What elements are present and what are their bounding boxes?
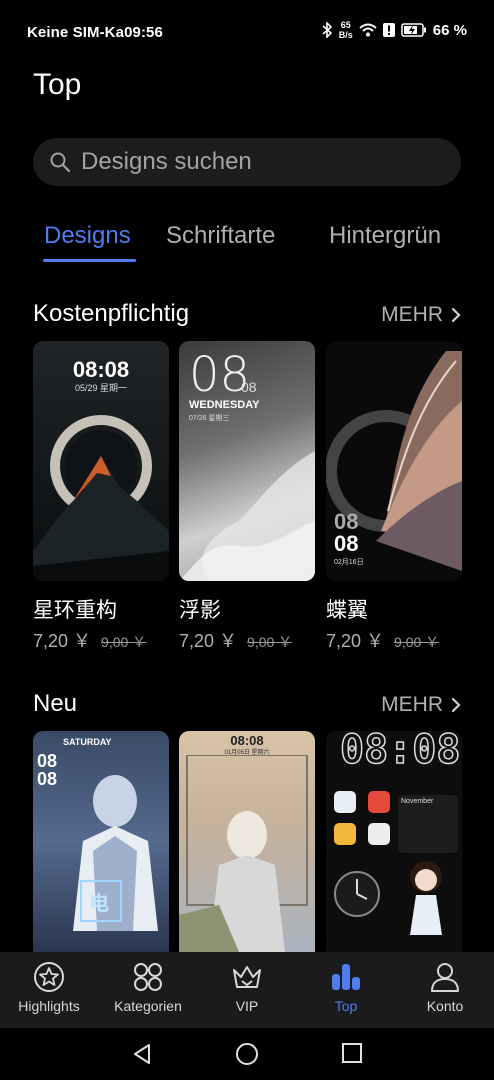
section-title-new: Neu bbox=[33, 690, 78, 717]
tab-hintergruende[interactable]: Hintergrün bbox=[329, 222, 441, 250]
preview-day: WEDNESDAY bbox=[189, 399, 260, 411]
search-input[interactable]: Designs suchen bbox=[33, 138, 461, 186]
calendar-month: November bbox=[401, 798, 434, 805]
theme-card-3[interactable]: 08 08 02月16日 bbox=[326, 341, 462, 581]
recents-icon[interactable] bbox=[341, 1042, 363, 1064]
tab-schriftarten[interactable]: Schriftarte bbox=[166, 222, 275, 250]
chevron-right-icon bbox=[451, 307, 461, 323]
page-title: Top bbox=[33, 68, 82, 101]
search-icon bbox=[50, 152, 71, 173]
alert-icon bbox=[382, 23, 395, 37]
new-theme-card-3[interactable]: 08:08 November bbox=[326, 731, 462, 952]
chibi-character-artwork bbox=[410, 861, 442, 935]
preview-time: 08:08 bbox=[230, 733, 264, 748]
theme-card-1[interactable]: 08:08 05/29 星期一 bbox=[33, 341, 169, 581]
more-label: MEHR bbox=[381, 303, 443, 326]
category-tabs: Designs Schriftarte Hintergrün bbox=[0, 222, 494, 262]
nav-item-vip[interactable]: VIP bbox=[198, 960, 296, 1014]
theme-card-2[interactable]: 08 08 WEDNESDAY 07/26 星期三 bbox=[179, 341, 315, 581]
more-label: MEHR bbox=[381, 693, 443, 716]
price-current: 7,20 ￥ bbox=[179, 631, 238, 651]
home-icon[interactable] bbox=[235, 1042, 259, 1066]
nav-item-top[interactable]: Top bbox=[297, 960, 395, 1014]
status-left: Keine SIM-Ka09:56 bbox=[27, 24, 163, 41]
calendar-widget: November bbox=[398, 795, 458, 853]
theme-price-3: 7,20 ￥ 9,00 ￥ bbox=[326, 627, 439, 653]
section-title-paid: Kostenpflichtig bbox=[33, 300, 190, 327]
anime-character-artwork bbox=[179, 755, 308, 952]
net-speed-unit: B/s bbox=[338, 30, 353, 40]
bluetooth-icon bbox=[322, 22, 332, 38]
new-theme-card-2[interactable]: 08:08 01月06日 星期六 bbox=[179, 731, 315, 952]
status-right: 65 B/s 66 % bbox=[321, 20, 467, 40]
price-current: 7,20 ￥ bbox=[33, 631, 92, 651]
back-icon[interactable] bbox=[131, 1042, 153, 1066]
new-theme-card-1[interactable]: SATURDAY 08 08 电 bbox=[33, 731, 169, 952]
clock-widget bbox=[334, 871, 380, 917]
battery-icon bbox=[401, 23, 426, 37]
search-placeholder: Designs suchen bbox=[81, 148, 252, 175]
bottom-nav: Highlights Kategorien VIP Top Konto bbox=[0, 952, 494, 1028]
carrier-text: Keine SIM-Ka bbox=[27, 24, 125, 41]
preview-time-small: 08 bbox=[241, 379, 257, 395]
net-speed: 65 B/s bbox=[339, 20, 353, 40]
nav-label: VIP bbox=[235, 998, 259, 1014]
mountain-ring-artwork bbox=[33, 415, 169, 581]
more-button-new[interactable]: MEHR bbox=[381, 693, 461, 717]
theme-name-3: 蝶翼 bbox=[326, 599, 368, 622]
chevron-right-icon bbox=[451, 697, 461, 713]
more-button-paid[interactable]: MEHR bbox=[381, 303, 461, 327]
price-current: 7,20 ￥ bbox=[326, 631, 385, 651]
preview-time: 08:08 bbox=[72, 357, 130, 382]
theme-name-2: 浮影 bbox=[179, 599, 221, 622]
theme-price-2: 7,20 ￥ 9,00 ￥ bbox=[179, 627, 292, 653]
bar-chart-icon bbox=[332, 964, 360, 990]
anime-character-artwork bbox=[73, 775, 158, 931]
theme-name-1: 星环重构 bbox=[33, 599, 117, 622]
net-speed-value: 65 bbox=[340, 20, 351, 30]
nav-item-kategorien[interactable]: Kategorien bbox=[99, 960, 197, 1014]
price-old: 9,00 ￥ bbox=[247, 634, 293, 650]
tab-active-indicator bbox=[43, 259, 136, 262]
clock: 09:56 bbox=[124, 24, 163, 41]
star-badge-icon bbox=[34, 962, 64, 992]
crown-icon bbox=[233, 966, 261, 988]
preview-time: 08:08 bbox=[339, 731, 461, 774]
price-old: 9,00 ￥ bbox=[101, 634, 147, 650]
nav-item-highlights[interactable]: Highlights bbox=[0, 960, 98, 1014]
wifi-icon bbox=[359, 23, 377, 37]
status-bar: Keine SIM-Ka09:56 65 B/s 66 % bbox=[0, 0, 494, 60]
nav-label: Kategorien bbox=[114, 998, 182, 1014]
nav-label: Highlights bbox=[18, 998, 80, 1014]
preview-badge: 电 bbox=[89, 893, 109, 915]
smoke-artwork bbox=[179, 451, 315, 581]
preview-date: 07/26 星期三 bbox=[189, 415, 230, 422]
nav-item-konto[interactable]: Konto bbox=[396, 960, 494, 1014]
tab-designs[interactable]: Designs bbox=[44, 222, 131, 250]
person-icon bbox=[431, 963, 459, 992]
system-nav-bar bbox=[0, 1028, 494, 1080]
price-old: 9,00 ￥ bbox=[394, 634, 440, 650]
nav-label: Konto bbox=[426, 998, 464, 1014]
grid-icon bbox=[134, 963, 162, 991]
theme-price-1: 7,20 ￥ 9,00 ￥ bbox=[33, 627, 146, 653]
battery-text: 66 % bbox=[432, 21, 467, 39]
preview-date: 05/29 星期一 bbox=[74, 383, 128, 393]
preview-date: 02月16日 bbox=[334, 559, 364, 566]
nav-label: Top bbox=[334, 998, 358, 1014]
preview-time-2: 08 bbox=[334, 531, 359, 556]
